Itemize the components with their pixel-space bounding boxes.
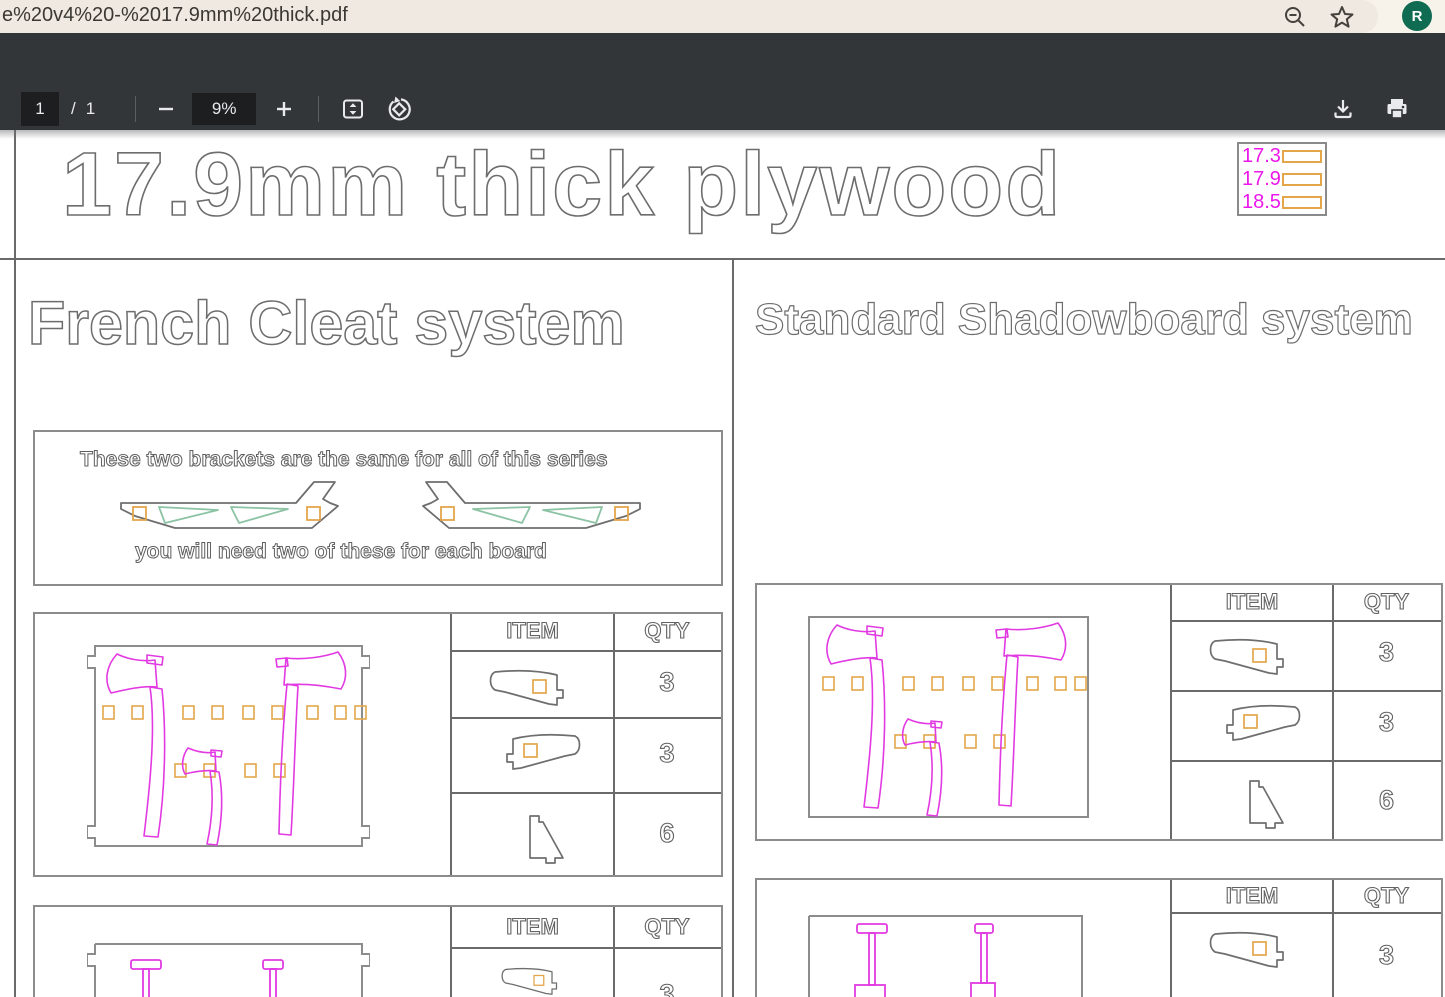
download-button[interactable] [1325, 91, 1361, 127]
shadow-board-1-box: ITEM QTY 3 3 6 [755, 583, 1443, 841]
document-title: 17.9mm thick plywood [62, 134, 1062, 237]
bracket-diagram-right [413, 478, 648, 533]
qty-column-header: QTY [1332, 589, 1441, 615]
bracket-info-box: These two brackets are the same for all … [33, 430, 723, 586]
page-divider: / [71, 99, 76, 119]
pdf-page: 17.9mm thick plywood 17.3 17.9 18.5 Fren… [0, 130, 1445, 997]
legend-swatch [1282, 173, 1322, 186]
corner-bracket-item-icon [518, 810, 566, 864]
qty-column-header: QTY [613, 618, 721, 644]
french-board-2-drawing [87, 942, 370, 997]
zoom-out-page-icon[interactable] [1282, 4, 1308, 30]
french-board-2-box: ITEM QTY 3 [33, 905, 723, 997]
bracket-item-icon [487, 962, 587, 997]
shadow-board-2-drawing [807, 914, 1084, 997]
legend-swatch [1282, 150, 1322, 163]
qty-value: 3 [613, 738, 721, 769]
legend-label: 17.3 [1242, 145, 1282, 168]
item-column-header: ITEM [1172, 883, 1332, 909]
qty-value: 3 [613, 667, 721, 698]
zoom-level[interactable]: 9% [192, 93, 256, 125]
french-board-1-box: ITEM QTY 3 3 6 [33, 612, 723, 877]
fit-page-icon [340, 96, 366, 122]
bracket-diagram-left [113, 478, 348, 533]
print-icon [1384, 96, 1410, 122]
page-number-input[interactable] [21, 92, 59, 126]
bracket-item-icon [1207, 924, 1307, 972]
item-column-header: ITEM [452, 618, 613, 644]
bracket-item-icon [487, 662, 587, 710]
bookmark-star-icon[interactable] [1329, 4, 1355, 30]
qty-value: 3 [1332, 707, 1441, 738]
qty-value: 3 [1332, 637, 1441, 668]
fit-page-button[interactable] [335, 91, 371, 127]
pdf-toolbar: / 1 9% [0, 33, 1445, 130]
legend-row: 18.5 [1242, 191, 1325, 214]
french-cleat-heading: French Cleat system [28, 288, 625, 358]
legend-label: 18.5 [1242, 191, 1282, 214]
zoom-out-button[interactable] [148, 91, 184, 127]
legend-row: 17.9 [1242, 168, 1325, 191]
zoom-in-button[interactable] [266, 91, 302, 127]
column-divider-line [732, 258, 734, 997]
url-text[interactable]: e%20v4%20-%2017.9mm%20thick.pdf [2, 4, 348, 27]
title-section-divider-line [0, 258, 1445, 260]
shadow-board-2-box: ITEM QTY 3 [755, 878, 1443, 997]
print-button[interactable] [1379, 91, 1415, 127]
plus-icon [272, 97, 296, 121]
qty-value: 3 [613, 979, 721, 997]
rotate-ccw-icon [385, 95, 413, 123]
toolbar-separator [318, 96, 319, 122]
shadow-board-1-drawing [807, 615, 1090, 819]
qty-value: 3 [1332, 940, 1441, 971]
legend-row: 17.3 [1242, 145, 1325, 168]
corner-bracket-item-icon [1238, 775, 1286, 829]
qty-column-header: QTY [613, 914, 721, 940]
download-icon [1330, 96, 1356, 122]
bracket-mirrored-item-icon [1203, 697, 1303, 745]
browser-bar: e%20v4%20-%2017.9mm%20thick.pdf R [0, 0, 1445, 33]
rotate-button[interactable] [381, 91, 417, 127]
bracket-item-icon [1207, 631, 1307, 679]
page-left-border-line [14, 130, 16, 997]
thickness-legend: 17.3 17.9 18.5 [1237, 142, 1327, 216]
minus-icon [154, 97, 178, 121]
french-board-1-drawing [87, 644, 370, 848]
qty-column-header: QTY [1332, 883, 1441, 909]
profile-avatar[interactable]: R [1402, 1, 1432, 31]
item-column-header: ITEM [1172, 589, 1332, 615]
legend-label: 17.9 [1242, 168, 1282, 191]
bracket-mirrored-item-icon [483, 726, 583, 774]
qty-value: 6 [613, 818, 721, 849]
item-column-header: ITEM [452, 914, 613, 940]
bracket-note-bottom: you will need two of these for each boar… [135, 540, 547, 564]
toolbar-separator [135, 96, 136, 122]
avatar-letter: R [1412, 8, 1423, 25]
qty-value: 6 [1332, 785, 1441, 816]
legend-swatch [1282, 196, 1322, 209]
bracket-note-top: These two brackets are the same for all … [80, 448, 608, 472]
shadowboard-heading: Standard Shadowboard system [755, 295, 1413, 345]
page-count-label: 1 [86, 99, 95, 119]
